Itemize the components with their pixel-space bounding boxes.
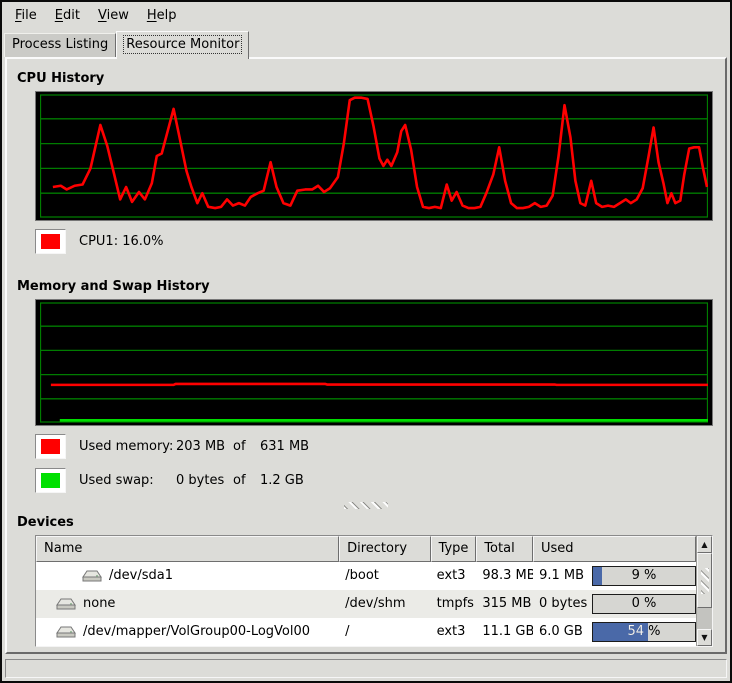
scrollbar-grip-icon: [701, 568, 709, 594]
usage-progress-bar: 0 %0 %: [592, 594, 696, 614]
tab-label: Resource Monitor: [124, 36, 241, 53]
memory-color-swatch-button[interactable]: [35, 434, 66, 459]
devices-table: NameDirectoryTypeTotalUsed /dev/sda1/boo…: [35, 535, 713, 647]
cpu-history-graph: [35, 91, 713, 221]
device-name: /dev/mapper/VolGroup00-LogVol00: [83, 618, 310, 646]
device-row-dev-sda1[interactable]: /dev/sda1/bootext398.3 MB9.1 MB9 %9 %: [36, 562, 696, 590]
device-name-cell: /dev/sda1: [36, 562, 339, 590]
usage-percent-label-inverse: 54 %: [593, 623, 648, 641]
swap-used-value: 0 bytes: [176, 473, 233, 488]
usage-progress-bar: 9 %9 %: [592, 566, 696, 586]
device-type: ext3: [431, 562, 477, 590]
cpu-history-chart: [40, 94, 708, 218]
column-header-name[interactable]: Name: [36, 536, 339, 562]
tab-resource-monitor[interactable]: Resource Monitor: [116, 31, 249, 59]
devices-table-body: /dev/sda1/bootext398.3 MB9.1 MB9 %9 %non…: [36, 562, 696, 646]
menu-item-help[interactable]: Help: [138, 6, 186, 25]
usage-percent-label: 0 %: [593, 595, 695, 613]
device-directory: /dev/shm: [339, 590, 430, 618]
disk-icon: [56, 597, 76, 611]
column-header-type[interactable]: Type: [431, 536, 477, 562]
tab-process-listing[interactable]: Process Listing: [4, 33, 116, 57]
device-name: none: [83, 590, 115, 618]
memory-swap-history-title: Memory and Swap History: [17, 279, 725, 294]
device-row-dev-mapper-volgroup00-logvol00[interactable]: /dev/mapper/VolGroup00-LogVol00 /ext311.1…: [36, 618, 696, 646]
device-used-cell: 6.0 GB54 %54 %: [533, 618, 696, 646]
app-window: FileEditViewHelp Process Listing Resource…: [0, 0, 732, 683]
swap-total-value: 1.2 GB: [260, 473, 304, 488]
device-row-none[interactable]: none/dev/shmtmpfs315 MB0 bytes0 %0 %: [36, 590, 696, 618]
device-directory: /: [339, 618, 430, 646]
usage-percent-label-inverse: 9 %: [593, 567, 602, 585]
device-used-value: 0 bytes: [539, 590, 588, 618]
menu-bar: FileEditViewHelp: [2, 2, 730, 28]
device-total: 98.3 MB: [476, 562, 533, 590]
cpu-color-swatch-button[interactable]: [35, 229, 66, 254]
column-header-directory[interactable]: Directory: [339, 536, 430, 562]
cpu-legend-label: CPU1: 16.0%: [79, 234, 164, 249]
device-name-cell: /dev/mapper/VolGroup00-LogVol00: [36, 618, 339, 646]
cpu-legend: CPU1: 16.0%: [35, 229, 725, 254]
memory-swap-history-graph: [35, 299, 713, 426]
memory-legend: Used memory: 203 MB of 631 MB: [35, 434, 725, 459]
usage-progress-bar: 54 %54 %: [592, 622, 696, 642]
scrollbar-thumb[interactable]: [697, 553, 712, 608]
menu-item-file[interactable]: File: [6, 6, 46, 25]
column-header-total[interactable]: Total: [476, 536, 533, 562]
usage-percent-label: 9 %: [593, 567, 695, 585]
column-header-used[interactable]: Used: [533, 536, 696, 562]
device-total: 11.1 GB: [476, 618, 533, 646]
memory-used-value: 203 MB: [176, 439, 233, 454]
devices-title: Devices: [17, 515, 725, 530]
memory-of-label: of: [233, 439, 260, 454]
memory-color-sample: [41, 439, 60, 454]
device-type: ext3: [431, 618, 477, 646]
pane-resize-grip[interactable]: [344, 502, 388, 509]
menu-item-view[interactable]: View: [89, 6, 138, 25]
device-name-cell: none: [36, 590, 339, 618]
scroll-down-icon: ▼: [701, 633, 707, 642]
device-used-cell: 0 bytes0 %0 %: [533, 590, 696, 618]
tab-label: Process Listing: [12, 37, 108, 52]
resource-monitor-panel: CPU History CPU1: 16.0% Memory and Swap …: [5, 57, 727, 654]
memory-total-value: 631 MB: [260, 439, 309, 454]
disk-icon: [82, 569, 102, 583]
memory-legend-label: Used memory:: [79, 439, 176, 454]
memory-swap-history-chart: [40, 302, 708, 423]
vertical-scrollbar[interactable]: ▲ ▼: [696, 536, 712, 646]
device-name: /dev/sda1: [109, 562, 173, 590]
device-used-value: 9.1 MB: [539, 562, 588, 590]
scroll-up-icon: ▲: [701, 540, 707, 549]
device-type: tmpfs: [431, 590, 477, 618]
status-bar: [5, 659, 727, 678]
device-directory: /boot: [339, 562, 430, 590]
scrollbar-track[interactable]: [697, 608, 712, 629]
swap-legend-label: Used swap:: [79, 473, 176, 488]
tab-strip: Process Listing Resource Monitor: [2, 28, 730, 57]
device-total: 315 MB: [476, 590, 533, 618]
device-used-cell: 9.1 MB9 %9 %: [533, 562, 696, 590]
devices-table-header: NameDirectoryTypeTotalUsed: [36, 536, 696, 562]
scroll-down-button[interactable]: ▼: [697, 629, 712, 646]
swap-color-sample: [41, 473, 60, 488]
swap-legend: Used swap: 0 bytes of 1.2 GB: [35, 468, 725, 493]
disk-icon: [56, 625, 76, 639]
swap-color-swatch-button[interactable]: [35, 468, 66, 493]
cpu-color-sample: [41, 234, 60, 249]
cpu-history-title: CPU History: [17, 71, 725, 86]
device-used-value: 6.0 GB: [539, 618, 588, 646]
menu-item-edit[interactable]: Edit: [46, 6, 89, 25]
swap-of-label: of: [233, 473, 260, 488]
devices-table-main: NameDirectoryTypeTotalUsed /dev/sda1/boo…: [36, 536, 696, 646]
scroll-up-button[interactable]: ▲: [697, 536, 712, 553]
